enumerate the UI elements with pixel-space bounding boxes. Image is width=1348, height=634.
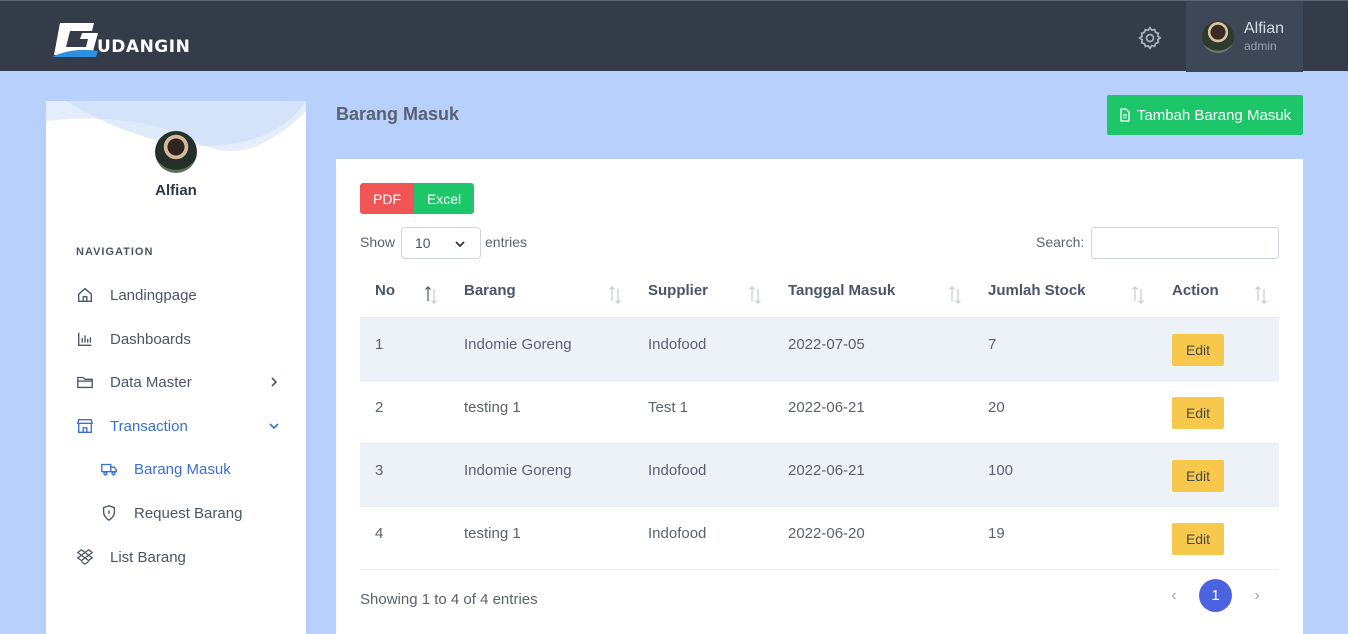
sort-icon[interactable] <box>1254 283 1268 305</box>
cell-no: 4 <box>375 525 384 542</box>
cell-no: 3 <box>375 462 384 479</box>
cell-barang: testing 1 <box>464 399 521 416</box>
sidebar-item-transaction[interactable]: Transaction <box>76 414 279 438</box>
entries-select-value: 10 <box>415 235 431 251</box>
dropbox-icon <box>76 549 94 565</box>
table-header: No Barang Supplier Tanggal Masuk Jumlah … <box>360 265 1279 318</box>
column-header-no[interactable]: No <box>375 282 395 299</box>
sidebar: Alfian NAVIGATION Landingpage Dashboards… <box>46 101 306 634</box>
cell-tanggal-masuk: 2022-06-21 <box>788 462 865 479</box>
cell-jumlah-stock: 7 <box>988 336 997 353</box>
sidebar-item-data-master[interactable]: Data Master <box>76 370 278 394</box>
entries-per-page-select[interactable]: 10 <box>401 227 481 259</box>
cell-supplier: Indofood <box>648 462 707 479</box>
chevron-right-icon <box>271 377 278 387</box>
cell-supplier: Indofood <box>648 525 707 542</box>
sidebar-avatar <box>155 131 197 173</box>
sort-asc-icon[interactable] <box>424 283 438 305</box>
pagination-prev-button[interactable]: ‹ <box>1164 587 1184 607</box>
edit-button[interactable]: Edit <box>1172 397 1224 429</box>
home-icon <box>78 287 92 302</box>
cell-no: 2 <box>375 399 384 416</box>
truck-icon <box>101 463 117 476</box>
search-label: Search: <box>1036 234 1085 250</box>
pagination-next-button[interactable]: › <box>1247 587 1267 607</box>
shield-icon <box>102 505 116 522</box>
column-header-tanggal-masuk[interactable]: Tanggal Masuk <box>788 282 895 299</box>
cell-no: 1 <box>375 336 384 353</box>
store-icon <box>76 419 94 433</box>
page-title: Barang Masuk <box>336 104 460 124</box>
cell-tanggal-masuk: 2022-06-21 <box>788 399 865 416</box>
logo-text: UDANGIN <box>97 37 191 57</box>
cell-supplier: Indofood <box>648 336 707 353</box>
user-menu[interactable]: Alfian admin <box>1186 1 1303 72</box>
sort-icon[interactable] <box>748 283 762 305</box>
show-label: Show <box>360 234 396 250</box>
nav-heading: NAVIGATION <box>76 246 154 258</box>
chevron-down-icon <box>455 241 465 248</box>
edit-button[interactable]: Edit <box>1172 523 1224 555</box>
sort-icon[interactable] <box>948 283 962 305</box>
search-input[interactable] <box>1091 227 1279 259</box>
table-row: 1 Indomie Goreng Indofood 2022-07-05 7 E… <box>360 318 1279 381</box>
cell-supplier: Test 1 <box>648 399 689 416</box>
export-excel-button[interactable]: Excel <box>414 183 474 214</box>
column-header-jumlah-stock[interactable]: Jumlah Stock <box>988 282 1086 299</box>
edit-button[interactable]: Edit <box>1172 334 1224 366</box>
top-navbar: UDANGIN Alfian admin <box>0 0 1348 72</box>
cell-barang: testing 1 <box>464 525 521 542</box>
gear-icon[interactable] <box>1137 25 1163 51</box>
cell-jumlah-stock: 100 <box>988 462 1014 479</box>
table-row: 3 Indomie Goreng Indofood 2022-06-21 100… <box>360 444 1279 507</box>
folder-icon <box>77 376 93 389</box>
sidebar-item-list-barang[interactable]: List Barang <box>76 545 276 569</box>
table-row: 2 testing 1 Test 1 2022-06-21 20 Edit <box>360 381 1279 444</box>
sort-icon[interactable] <box>1131 283 1145 305</box>
cell-jumlah-stock: 20 <box>988 399 1005 416</box>
add-barang-masuk-button[interactable]: Tambah Barang Masuk <box>1107 95 1303 135</box>
sidebar-subitem-label: Barang Masuk <box>134 460 231 478</box>
cell-jumlah-stock: 19 <box>988 525 1005 542</box>
sidebar-subitem-label: Request Barang <box>134 504 243 522</box>
sidebar-item-label: Data Master <box>110 373 192 391</box>
table-info-text: Showing 1 to 4 of 4 entries <box>360 591 538 608</box>
barang-masuk-table: No Barang Supplier Tanggal Masuk Jumlah … <box>360 265 1279 570</box>
add-button-label: Tambah Barang Masuk <box>1136 106 1292 124</box>
sidebar-item-label: Transaction <box>110 417 188 435</box>
sidebar-item-label: List Barang <box>110 548 186 566</box>
column-header-barang[interactable]: Barang <box>464 282 516 299</box>
sidebar-subitem-request-barang[interactable]: Request Barang <box>100 501 242 525</box>
column-header-action[interactable]: Action <box>1172 282 1219 299</box>
table-row: 4 testing 1 Indofood 2022-06-20 19 Edit <box>360 507 1279 570</box>
column-header-supplier[interactable]: Supplier <box>648 282 708 299</box>
sort-icon[interactable] <box>608 283 622 305</box>
avatar <box>1202 21 1234 53</box>
sidebar-user-name: Alfian <box>155 182 197 199</box>
sidebar-item-label: Landingpage <box>110 286 197 304</box>
user-role: admin <box>1244 39 1277 53</box>
pagination-page-button[interactable]: 1 <box>1199 579 1232 612</box>
chevron-down-icon <box>269 423 279 430</box>
cell-tanggal-masuk: 2022-07-05 <box>788 336 865 353</box>
export-pdf-button[interactable]: PDF <box>360 183 414 214</box>
cell-barang: Indomie Goreng <box>464 336 572 353</box>
edit-button[interactable]: Edit <box>1172 460 1224 492</box>
data-table-card: PDF Excel Show 10 entries Search: No Bar… <box>336 159 1303 634</box>
entries-label: entries <box>485 234 528 250</box>
user-name: Alfian <box>1244 20 1285 37</box>
cell-tanggal-masuk: 2022-06-20 <box>788 525 865 542</box>
sidebar-item-label: Dashboards <box>110 330 191 348</box>
bar-chart-icon <box>78 332 92 346</box>
document-icon <box>1120 108 1130 122</box>
cell-barang: Indomie Goreng <box>464 462 572 479</box>
sidebar-item-landingpage[interactable]: Landingpage <box>76 283 276 307</box>
sidebar-subitem-barang-masuk[interactable]: Barang Masuk <box>100 457 231 481</box>
sidebar-item-dashboards[interactable]: Dashboards <box>76 327 276 351</box>
